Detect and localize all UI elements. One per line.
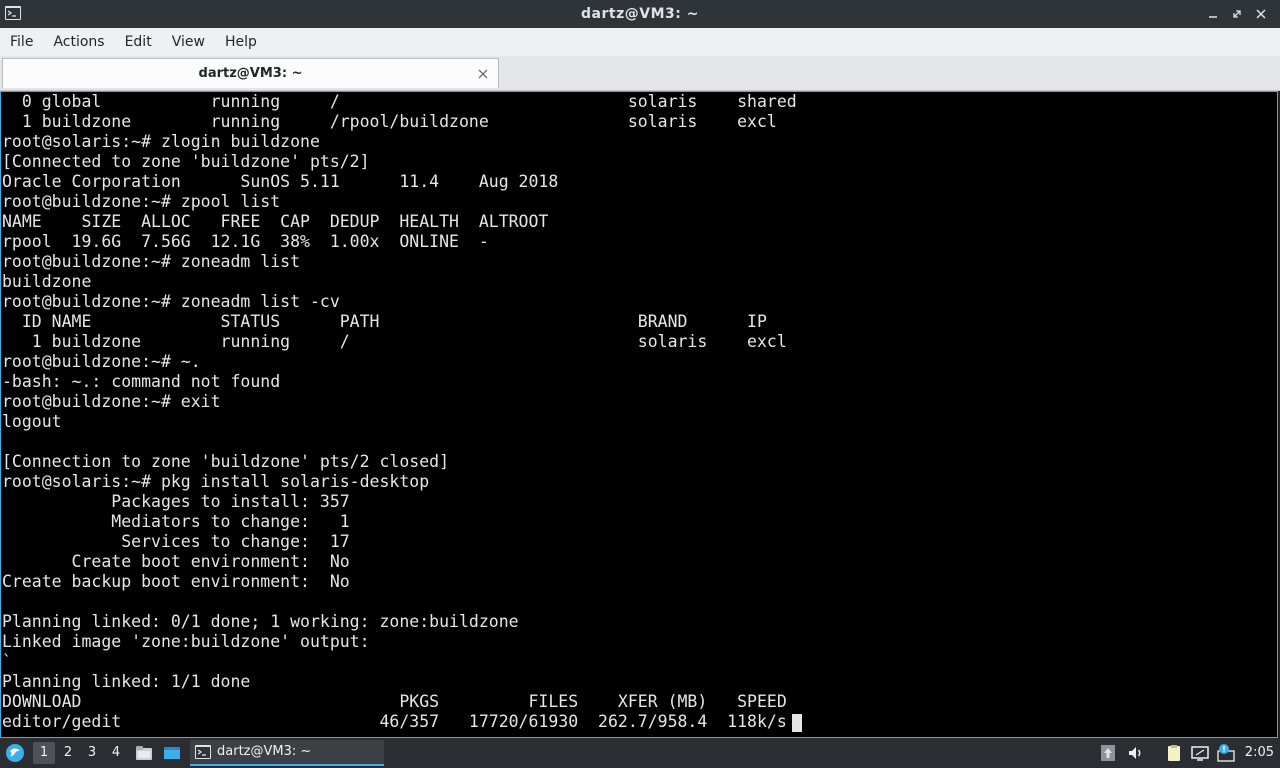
- terminal-line: editor/gedit 46/357 17720/61930 262.7/95…: [2, 712, 787, 731]
- terminal-line: root@solaris:~# zlogin buildzone: [2, 132, 320, 151]
- menu-bar: File Actions Edit View Help: [0, 28, 1280, 56]
- terminal-line: [Connected to zone 'buildzone' pts/2]: [2, 152, 370, 171]
- terminal-line: 1 buildzone running /rpool/buildzone sol…: [2, 112, 777, 131]
- close-button[interactable]: [1252, 4, 1270, 24]
- volume-icon[interactable]: [1126, 743, 1146, 763]
- desktop-4-button[interactable]: 4: [105, 742, 127, 764]
- start-menu-icon[interactable]: [4, 742, 26, 764]
- menu-actions[interactable]: Actions: [43, 28, 114, 56]
- terminal-line: Planning linked: 1/1 done: [2, 672, 251, 691]
- terminal-line: root@buildzone:~# ~.: [2, 352, 201, 371]
- show-desktop-icon[interactable]: [162, 743, 182, 763]
- terminal-line: NAME SIZE ALLOC FREE CAP DEDUP HEALTH AL…: [2, 212, 549, 231]
- terminal-line: Services to change: 17: [2, 532, 350, 551]
- taskbar-clock[interactable]: 2:05: [1245, 738, 1274, 768]
- terminal-line: Mediators to change: 1: [2, 512, 350, 531]
- desktop-2-button[interactable]: 2: [57, 742, 79, 764]
- updates-icon[interactable]: [1098, 743, 1118, 763]
- terminal-line: Create boot environment: No: [2, 552, 350, 571]
- terminal-line: `: [2, 652, 12, 671]
- terminal-line: Packages to install: 357: [2, 492, 350, 511]
- terminal-line: 1 buildzone running / solaris excl: [2, 332, 787, 351]
- terminal-line: root@solaris:~# pkg install solaris-desk…: [2, 472, 430, 491]
- tab-close-icon[interactable]: [476, 67, 490, 81]
- terminal-line: Oracle Corporation SunOS 5.11 11.4 Aug 2…: [2, 172, 559, 191]
- tab-label: dartz@VM3: ~: [198, 66, 303, 81]
- network-icon[interactable]: [1190, 743, 1210, 763]
- notification-icon[interactable]: [1216, 743, 1236, 763]
- terminal-line: root@buildzone:~# zoneadm list -cv: [2, 292, 340, 311]
- terminal-line: DOWNLOAD PKGS FILES XFER (MB) SPEED: [2, 692, 787, 711]
- minimize-button[interactable]: [1204, 4, 1222, 24]
- terminal-line: -bash: ~.: command not found: [2, 372, 281, 391]
- tab-bar: dartz@VM3: ~: [0, 56, 1280, 91]
- terminal-cursor: [792, 714, 802, 732]
- terminal-area[interactable]: 0 global running / solaris shared 1 buil…: [0, 91, 1278, 738]
- menu-file[interactable]: File: [0, 28, 43, 56]
- terminal-line: root@buildzone:~# zpool list: [2, 192, 281, 211]
- terminal-line: buildzone: [2, 272, 92, 291]
- terminal-tab[interactable]: dartz@VM3: ~: [2, 58, 499, 88]
- menu-edit[interactable]: Edit: [115, 28, 162, 56]
- terminal-line: Linked image 'zone:buildzone' output:: [2, 632, 370, 651]
- maximize-button[interactable]: [1228, 4, 1246, 24]
- terminal-line: logout: [2, 412, 62, 431]
- menu-view[interactable]: View: [162, 28, 215, 56]
- window-controls: [1204, 4, 1270, 24]
- terminal-line: rpool 19.6G 7.56G 12.1G 38% 1.00x ONLINE…: [2, 232, 489, 251]
- desktop-1-button[interactable]: 1: [33, 742, 55, 764]
- terminal-output: 0 global running / solaris shared 1 buil…: [2, 92, 797, 732]
- window-titlebar[interactable]: dartz@VM3: ~: [0, 0, 1280, 28]
- window-title: dartz@VM3: ~: [581, 6, 699, 22]
- terminal-line: Create backup boot environment: No: [2, 572, 350, 591]
- terminal-line: ID NAME STATUS PATH BRAND IP: [2, 312, 767, 331]
- desktop-3-button[interactable]: 3: [81, 742, 103, 764]
- restore-icon: [1233, 10, 1241, 18]
- taskbar: 1 2 3 4 dartz@VM3: ~ 2:05: [0, 738, 1280, 768]
- terminal-line: root@buildzone:~# zoneadm list: [2, 252, 301, 271]
- terminal-line: 0 global running / solaris shared: [2, 92, 797, 111]
- close-icon: [1256, 9, 1266, 19]
- menu-help[interactable]: Help: [215, 28, 267, 56]
- file-manager-icon[interactable]: [134, 743, 154, 763]
- minimize-icon: [1209, 16, 1217, 18]
- terminal-line: Planning linked: 0/1 done; 1 working: zo…: [2, 612, 519, 631]
- terminal-line: [Connection to zone 'buildzone' pts/2 cl…: [2, 452, 450, 471]
- taskbar-task-terminal[interactable]: dartz@VM3: ~: [190, 740, 384, 766]
- terminal-line: root@buildzone:~# exit: [2, 392, 221, 411]
- terminal-icon: [195, 745, 211, 759]
- task-label: dartz@VM3: ~: [217, 744, 312, 759]
- clipboard-icon[interactable]: [1164, 743, 1184, 763]
